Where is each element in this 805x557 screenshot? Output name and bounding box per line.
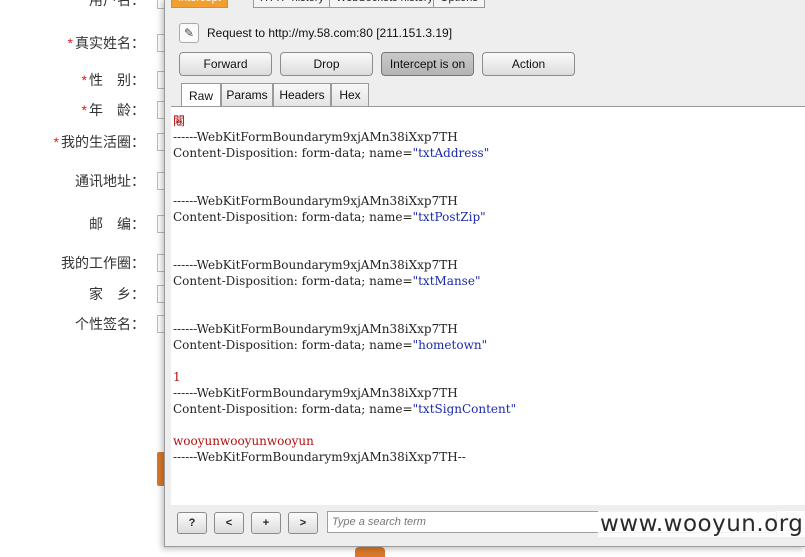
form-label: 真实姓名： [75, 35, 145, 51]
required-marker: * [81, 72, 87, 88]
watermark: www.wooyun.org [598, 511, 805, 537]
raw-request-editor[interactable]: 闂 ------WebKitFormBoundarym9xjAMn38iXxp7T… [171, 106, 805, 505]
intercept-toggle-button[interactable]: Intercept is on [381, 52, 474, 76]
form-label: 我的工作圈： [61, 255, 145, 271]
required-marker: * [53, 134, 59, 150]
form-label-row: * 性 别： [0, 70, 145, 90]
form-label: 我的生活圈： [61, 134, 145, 150]
header-prefix: Content-Disposition: form-data; name= [173, 274, 413, 288]
field-name-value: "txtAddress" [412, 146, 490, 160]
drop-button[interactable]: Drop [280, 52, 373, 76]
form-label-row: 用户名： [0, 0, 145, 10]
request-body-line: Content-Disposition: form-data; name="tx… [173, 401, 516, 417]
forward-button[interactable]: Forward [179, 52, 272, 76]
tab-websockets-history[interactable]: WebSockets history [329, 0, 441, 8]
tab-raw[interactable]: Raw [181, 83, 221, 107]
header-prefix: Content-Disposition: form-data; name= [173, 146, 413, 160]
field-name-value: "hometown" [412, 338, 488, 352]
previous-match-button[interactable]: < [214, 512, 244, 534]
request-body-line: wooyunwooyunwooyun [173, 434, 314, 448]
request-body-line: ------WebKitFormBoundarym9xjAMn38iXxp7TH [173, 322, 458, 336]
form-label-row: 通讯地址： [0, 171, 145, 191]
request-body-line: 1 [173, 370, 181, 384]
help-button[interactable]: ? [177, 512, 207, 534]
pencil-icon[interactable]: ✎ [179, 23, 199, 43]
header-prefix: Content-Disposition: form-data; name= [173, 402, 413, 416]
orange-element-edge [355, 547, 385, 557]
burp-proxy-window: Intercept HTTP history WebSockets histor… [164, 0, 805, 547]
form-label: 家 乡： [89, 286, 145, 302]
request-body-line: Content-Disposition: form-data; name="ho… [173, 337, 487, 353]
form-label: 个性签名： [75, 316, 145, 332]
required-marker: * [81, 102, 87, 118]
tab-hex[interactable]: Hex [331, 83, 369, 106]
tab-http-history[interactable]: HTTP history [253, 0, 331, 8]
required-marker: * [67, 35, 73, 51]
form-label-row: * 我的生活圈： [0, 132, 145, 152]
action-button[interactable]: Action [482, 52, 575, 76]
add-button[interactable]: + [251, 512, 281, 534]
tab-options[interactable]: Options [433, 0, 485, 8]
form-label-row: 家 乡： [0, 284, 145, 304]
request-body-line: ------WebKitFormBoundarym9xjAMn38iXxp7TH [173, 386, 458, 400]
tab-headers[interactable]: Headers [273, 83, 331, 106]
form-label-row: 邮 编： [0, 214, 145, 234]
request-body-line: Content-Disposition: form-data; name="tx… [173, 209, 486, 225]
request-target: Request to http://my.58.com:80 [211.151.… [207, 26, 453, 40]
request-body-line: ------WebKitFormBoundarym9xjAMn38iXxp7TH [173, 258, 458, 272]
background-form: 用户名： * 真实姓名： * 性 别： * 年 龄： * 我的生活圈： 通讯地址：邮 编： 我的工作… [0, 0, 170, 554]
field-name-value: "txtPostZip" [412, 210, 486, 224]
form-label: 邮 编： [89, 216, 145, 232]
form-label-row: 个性签名： [0, 314, 145, 334]
form-label-row: 我的工作圈： [0, 253, 145, 273]
form-label: 用户名： [89, 0, 145, 8]
field-name-value: "txtManse" [412, 274, 481, 288]
request-body-line: 闂 [173, 114, 186, 128]
next-match-button[interactable]: > [288, 512, 318, 534]
request-info: ✎ Request to http://my.58.com:80 [211.15… [179, 23, 452, 43]
form-label: 通讯地址： [75, 173, 145, 189]
tab-params[interactable]: Params [221, 83, 273, 106]
request-body-line: ------WebKitFormBoundarym9xjAMn38iXxp7TH… [173, 450, 466, 464]
form-label: 性 别： [89, 72, 145, 88]
tab-intercept[interactable]: Intercept [171, 0, 228, 8]
form-label-row: * 真实姓名： [0, 33, 145, 53]
header-prefix: Content-Disposition: form-data; name= [173, 210, 413, 224]
request-body-line: ------WebKitFormBoundarym9xjAMn38iXxp7TH [173, 194, 458, 208]
header-prefix: Content-Disposition: form-data; name= [173, 338, 413, 352]
field-name-value: "txtSignContent" [412, 402, 517, 416]
form-label-row: * 年 龄： [0, 100, 145, 120]
request-body-line: Content-Disposition: form-data; name="tx… [173, 273, 480, 289]
form-label: 年 龄： [89, 102, 145, 118]
request-body-line: ------WebKitFormBoundarym9xjAMn38iXxp7TH [173, 130, 458, 144]
request-body-line: Content-Disposition: form-data; name="tx… [173, 145, 489, 161]
